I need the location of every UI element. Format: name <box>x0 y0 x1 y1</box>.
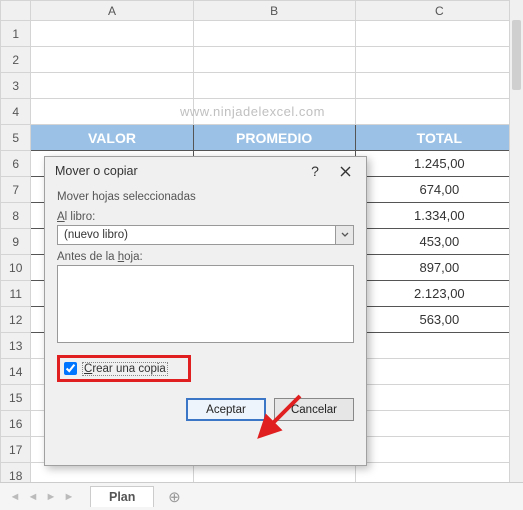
tab-nav-last-icon[interactable]: ► <box>60 491 78 503</box>
help-button[interactable]: ? <box>300 160 330 182</box>
sheet-listbox[interactable] <box>57 265 354 343</box>
row-header[interactable]: 3 <box>1 73 31 99</box>
sheet-tab-plan[interactable]: Plan <box>90 486 154 507</box>
cell-total[interactable]: 563,00 <box>355 307 523 333</box>
dialog-titlebar[interactable]: Mover o copiar ? <box>45 157 366 185</box>
book-value: (nuevo libro) <box>58 229 335 241</box>
cancel-button[interactable]: Cancelar <box>274 398 354 421</box>
row-header[interactable]: 7 <box>1 177 31 203</box>
row-header[interactable]: 16 <box>1 411 31 437</box>
row-header[interactable]: 13 <box>1 333 31 359</box>
before-label: Antes de la hoja: <box>57 251 354 263</box>
vertical-scrollbar[interactable] <box>509 0 523 482</box>
row-header[interactable]: 14 <box>1 359 31 385</box>
sheet-tab-bar: ◄ ◄ ► ► Plan ⊕ <box>0 482 523 510</box>
move-copy-dialog: Mover o copiar ? Mover hojas seleccionad… <box>44 156 367 466</box>
tab-nav-prev-icon[interactable]: ◄ <box>24 491 42 503</box>
combobox-button[interactable] <box>335 226 353 244</box>
row-header[interactable]: 9 <box>1 229 31 255</box>
scrollbar-thumb[interactable] <box>512 20 521 90</box>
book-combobox[interactable]: (nuevo libro) <box>57 225 354 245</box>
row-header[interactable]: 15 <box>1 385 31 411</box>
close-icon <box>340 166 351 177</box>
create-copy-highlight: Crear una copia <box>57 355 191 382</box>
tab-nav-next-icon[interactable]: ► <box>42 491 60 503</box>
close-button[interactable] <box>330 160 360 182</box>
row-header[interactable]: 1 <box>1 21 31 47</box>
cell-total[interactable]: 897,00 <box>355 255 523 281</box>
chevron-down-icon <box>341 232 349 238</box>
cell-total[interactable]: 453,00 <box>355 229 523 255</box>
row-header[interactable]: 11 <box>1 281 31 307</box>
ok-button[interactable]: Aceptar <box>186 398 266 421</box>
cell-total[interactable]: 1.245,00 <box>355 151 523 177</box>
select-all-corner[interactable] <box>1 1 31 21</box>
col-header-c[interactable]: C <box>355 1 523 21</box>
tab-nav-first-icon[interactable]: ◄ <box>6 491 24 503</box>
cell-total[interactable]: 674,00 <box>355 177 523 203</box>
add-sheet-button[interactable]: ⊕ <box>162 488 186 506</box>
create-copy-checkbox[interactable] <box>64 362 77 375</box>
row-header[interactable]: 10 <box>1 255 31 281</box>
dialog-subtitle: Mover hojas seleccionadas <box>57 191 354 203</box>
book-label: Al libro: <box>57 211 354 223</box>
create-copy-label: Crear una copia <box>82 363 168 375</box>
row-header[interactable]: 17 <box>1 437 31 463</box>
row-header[interactable]: 8 <box>1 203 31 229</box>
row-header[interactable]: 6 <box>1 151 31 177</box>
col-header-a[interactable]: A <box>31 1 193 21</box>
row-header[interactable]: 4 <box>1 99 31 125</box>
row-header[interactable]: 2 <box>1 47 31 73</box>
cell-total[interactable]: 1.334,00 <box>355 203 523 229</box>
cell-header-promedio[interactable]: PROMEDIO <box>193 125 355 151</box>
dialog-title: Mover o copiar <box>55 164 300 178</box>
col-header-b[interactable]: B <box>193 1 355 21</box>
cell-header-valor[interactable]: VALOR <box>31 125 193 151</box>
row-header[interactable]: 12 <box>1 307 31 333</box>
row-header[interactable]: 5 <box>1 125 31 151</box>
tab-nav-buttons[interactable]: ◄ ◄ ► ► <box>0 491 84 503</box>
cell-header-total[interactable]: TOTAL <box>355 125 523 151</box>
cell-total[interactable]: 2.123,00 <box>355 281 523 307</box>
